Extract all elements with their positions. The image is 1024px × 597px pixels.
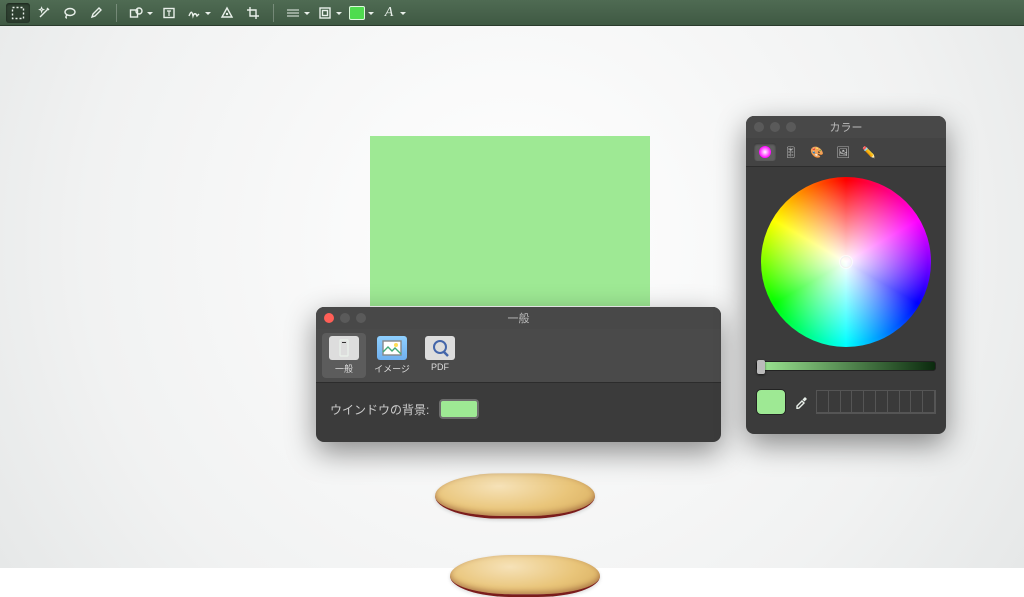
rect-select-tool[interactable]: [6, 3, 30, 23]
signature-dropdown[interactable]: [183, 3, 213, 23]
preferences-tab-bar: 一般 イメージ PDF: [316, 329, 721, 383]
apple-slice-image: [435, 473, 595, 519]
text-tool[interactable]: [157, 3, 181, 23]
general-preferences-panel: 一般 一般 イメージ PDF ウインドウの背景:: [316, 307, 721, 442]
main-toolbar: A: [0, 0, 1024, 26]
crop-tool[interactable]: [241, 3, 265, 23]
window-background-label: ウインドウの背景:: [330, 401, 429, 418]
tab-label: 一般: [335, 364, 353, 374]
magic-select-tool[interactable]: [32, 3, 56, 23]
brightness-slider[interactable]: [756, 361, 936, 375]
brightness-slider-thumb[interactable]: [757, 360, 765, 374]
window-background-color-well[interactable]: [439, 399, 479, 419]
toolbar-separator: [116, 4, 117, 22]
lasso-tool[interactable]: [58, 3, 82, 23]
color-picker-mode-bar: 🎚 🎨 🖼 ✏️: [746, 138, 946, 167]
panel-title: 一般: [316, 310, 721, 326]
adjust-color-tool[interactable]: [215, 3, 239, 23]
fill-color-swatch: [349, 6, 365, 20]
color-wheel-crosshair: [840, 256, 852, 268]
saved-swatches-grid[interactable]: [816, 390, 936, 414]
minimize-button[interactable]: [340, 313, 350, 323]
green-rectangle-shape[interactable]: [370, 136, 650, 306]
zoom-button[interactable]: [356, 313, 366, 323]
current-color-swatch[interactable]: [756, 389, 786, 415]
tab-label: PDF: [431, 362, 449, 372]
color-palettes-mode[interactable]: 🎨: [806, 143, 828, 161]
toolbar-separator: [273, 4, 274, 22]
color-sliders-mode[interactable]: 🎚: [780, 143, 802, 161]
colors-panel: カラー 🎚 🎨 🖼 ✏️: [746, 116, 946, 434]
general-icon: [329, 336, 359, 360]
stroke-color-dropdown[interactable]: [314, 3, 344, 23]
preferences-body: ウインドウの背景:: [316, 383, 721, 435]
image-palettes-mode[interactable]: 🖼: [832, 143, 854, 161]
pencils-mode[interactable]: ✏️: [858, 143, 880, 161]
line-style-dropdown[interactable]: [282, 3, 312, 23]
apple-slice-image: [450, 555, 600, 597]
fill-color-dropdown[interactable]: [346, 3, 376, 23]
close-button[interactable]: [754, 122, 764, 132]
color-wheel-area: [746, 167, 946, 357]
zoom-button[interactable]: [786, 122, 796, 132]
close-button[interactable]: [324, 313, 334, 323]
swatch-row: [746, 383, 946, 425]
shape-dropdown[interactable]: [125, 3, 155, 23]
pen-tool[interactable]: [84, 3, 108, 23]
color-wheel-mode[interactable]: [754, 143, 776, 161]
tab-image[interactable]: イメージ: [370, 333, 414, 378]
pdf-icon: [425, 336, 455, 360]
panel-titlebar[interactable]: カラー: [746, 116, 946, 138]
font-style-dropdown[interactable]: A: [378, 3, 408, 23]
panel-titlebar[interactable]: 一般: [316, 307, 721, 329]
image-icon: [377, 336, 407, 360]
tab-general[interactable]: 一般: [322, 333, 366, 378]
eyedropper-button[interactable]: [792, 393, 810, 411]
color-wheel[interactable]: [761, 177, 931, 347]
tab-label: イメージ: [374, 364, 410, 374]
tab-pdf[interactable]: PDF: [418, 333, 462, 378]
minimize-button[interactable]: [770, 122, 780, 132]
